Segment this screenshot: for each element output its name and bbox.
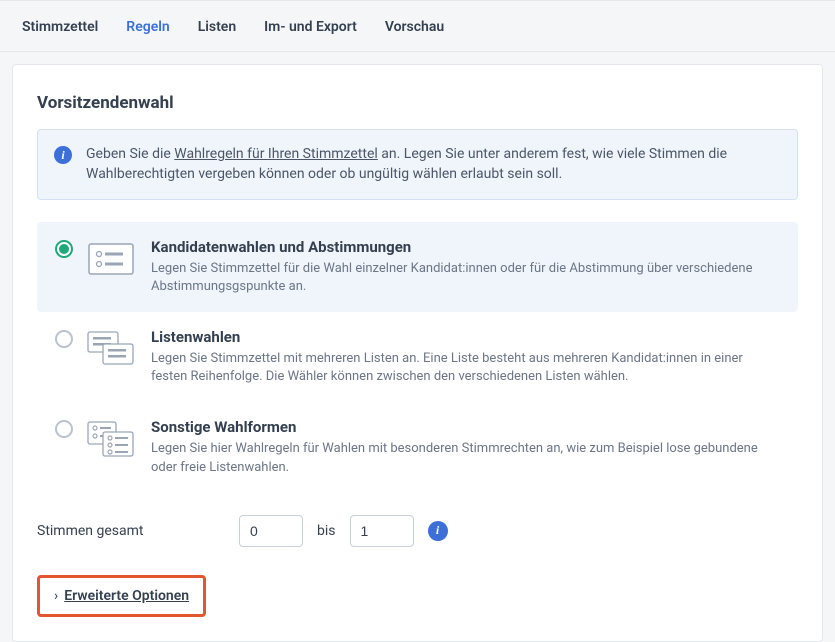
- votes-to-input[interactable]: [350, 515, 414, 547]
- radio-listen[interactable]: [55, 330, 73, 348]
- option-kandidaten-desc: Legen Sie Stimmzettel für die Wahl einze…: [151, 260, 780, 296]
- advanced-options-label: Erweiterte Optionen: [64, 588, 189, 604]
- option-listen[interactable]: Listenwahlen Legen Sie Stimmzettel mit m…: [37, 312, 798, 402]
- option-sonstige-title: Sonstige Wahlformen: [151, 418, 780, 436]
- tabs-bar: Stimmzettel Regeln Listen Im- und Export…: [0, 0, 835, 52]
- option-listen-title: Listenwahlen: [151, 328, 780, 346]
- ballot-other-icon: [87, 420, 137, 458]
- info-text: Geben Sie die Wahlregeln für Ihren Stimm…: [86, 144, 781, 185]
- votes-total-label: Stimmen gesamt: [37, 523, 225, 539]
- advanced-options-toggle[interactable]: › Erweiterte Optionen: [37, 575, 206, 617]
- option-sonstige-desc: Legen Sie hier Wahlregeln für Wahlen mit…: [151, 440, 780, 476]
- ballot-lists-icon: [87, 330, 137, 368]
- votes-info-icon[interactable]: i: [428, 521, 448, 541]
- info-link[interactable]: Wahlregeln für Ihren Stimmzettel: [174, 146, 378, 162]
- option-listen-desc: Legen Sie Stimmzettel mit mehreren Liste…: [151, 350, 780, 386]
- main-card: Vorsitzendenwahl i Geben Sie die Wahlreg…: [12, 64, 823, 642]
- chevron-right-icon: ›: [54, 588, 58, 604]
- tab-listen[interactable]: Listen: [198, 19, 236, 35]
- option-kandidaten-title: Kandidatenwahlen und Abstimmungen: [151, 238, 780, 256]
- tab-regeln[interactable]: Regeln: [126, 19, 169, 35]
- option-kandidaten[interactable]: Kandidatenwahlen und Abstimmungen Legen …: [37, 222, 798, 312]
- tab-vorschau[interactable]: Vorschau: [385, 19, 444, 35]
- option-sonstige[interactable]: Sonstige Wahlformen Legen Sie hier Wahlr…: [37, 402, 798, 492]
- info-icon: i: [54, 146, 72, 164]
- info-box: i Geben Sie die Wahlregeln für Ihren Sti…: [37, 129, 798, 200]
- tab-stimmzettel[interactable]: Stimmzettel: [22, 19, 98, 35]
- vote-type-options: Kandidatenwahlen und Abstimmungen Legen …: [37, 222, 798, 493]
- votes-to-label: bis: [317, 523, 336, 539]
- tab-import-export[interactable]: Im- und Export: [264, 19, 357, 35]
- ballot-single-icon: [87, 240, 137, 278]
- radio-kandidaten[interactable]: [55, 240, 73, 258]
- votes-from-input[interactable]: [239, 515, 303, 547]
- page-title: Vorsitzendenwahl: [37, 93, 798, 113]
- radio-sonstige[interactable]: [55, 420, 73, 438]
- votes-row: Stimmen gesamt bis i: [37, 515, 798, 547]
